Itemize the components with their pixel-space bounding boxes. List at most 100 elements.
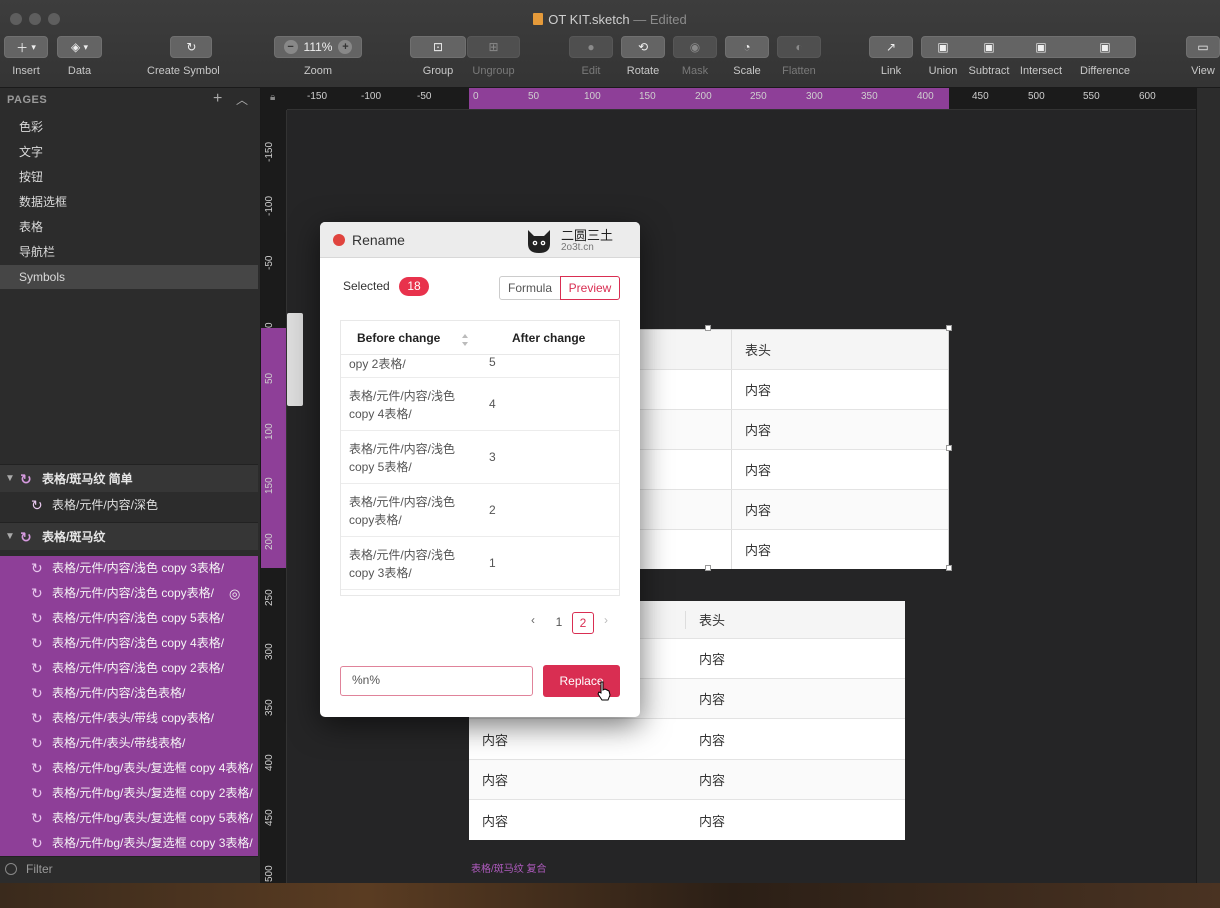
sort-icon[interactable] [461,333,469,347]
layer-group-row[interactable]: ▼ ↻ 表格/斑马纹 简单 [0,464,258,492]
zoom-tool[interactable]: − 111% + Zoom [274,36,362,77]
ruler-tick-label: 400 [917,91,934,102]
difference-tool[interactable]: ▣ Difference [1077,36,1133,77]
data-tool[interactable]: ◈ ▾ Data [57,36,102,77]
inspector-panel [1196,88,1220,908]
flatten-tool[interactable]: ◐ Flatten [777,36,821,77]
tab-preview[interactable]: Preview [560,276,620,300]
before-name: 表格/元件/内容/浅色 copy 3表格/ [349,548,456,580]
layer-row-selected[interactable]: ↻ 表格/元件/内容/浅色 copy 2表格/ [0,656,258,681]
flatten-button[interactable]: ◐ [777,36,821,58]
rotate-tool[interactable]: ⟲ Rotate [621,36,665,77]
union-tool[interactable]: ▣ Union [921,36,1136,77]
insert-button[interactable]: ＋ ▾ [4,36,48,58]
view-tool[interactable]: ▭ View [1186,36,1220,77]
layer-row-selected[interactable]: ↻ 表格/元件/内容/浅色 copy 5表格/ [0,606,258,631]
after-name: 2 [489,503,496,517]
page-item[interactable]: 文字 [0,140,258,164]
page-item[interactable]: 导航栏 [0,240,258,264]
resize-handle[interactable] [946,325,952,331]
horizontal-ruler[interactable]: -150 -100 -50 0 50 100 150 200 250 300 3… [287,88,1196,110]
resize-handle[interactable] [946,445,952,451]
tab-formula[interactable]: Formula [499,276,561,300]
layer-row-selected[interactable]: ↻ 表格/元件/bg/表头/复选框 copy 3表格/ [0,831,258,856]
zoom-out-icon[interactable]: − [283,40,298,54]
ruler-corner-lock-icon[interactable]: 🔒︎ [261,88,287,110]
preview-list[interactable]: Before change After change opy 2表格/ 5 表格… [340,320,620,596]
layer-group-row[interactable]: ▼ ↻ 表格/斑马纹 [0,522,258,550]
intersect-tool[interactable]: ▣ Intersect [1019,36,1063,77]
ruler-tick-label: 450 [264,809,275,826]
mask-tool[interactable]: ◉ Mask [673,36,717,77]
page-1-button[interactable]: 1 [548,612,570,634]
ruler-tick-label: 300 [806,91,823,102]
table-cell: 内容 [482,732,509,748]
add-page-icon[interactable]: + [213,90,222,108]
mask-button[interactable]: ◉ [673,36,717,58]
resize-handle[interactable] [705,565,711,571]
layer-row-selected[interactable]: ↻ 表格/元件/bg/表头/复选框 copy 2表格/ [0,781,258,806]
view-button[interactable]: ▭ [1186,36,1220,58]
offscreen-artboard[interactable] [287,313,303,406]
collapse-pages-icon[interactable]: ︿ [236,91,248,108]
scale-tool[interactable]: ◔ Scale [725,36,769,77]
page-item[interactable]: 按钮 [0,165,258,189]
ruler-tick-label: 150 [639,91,656,102]
zebra-table-selected[interactable]: 表头 内容 内容 内容 内容 内容 [639,329,949,569]
layer-row-selected[interactable]: ↻ 表格/元件/bg/表头/复选框 copy 4表格/ [0,756,258,781]
rotate-button[interactable]: ⟲ [621,36,665,58]
rename-pattern-input[interactable]: %n% [340,666,533,696]
hidden-eye-icon[interactable]: ◎ [229,581,240,606]
vertical-ruler[interactable]: -150 -100 -50 0 50 100 150 200 250 300 3… [261,110,287,908]
artboard-label[interactable]: 表格/斑马纹 复合 [471,860,547,875]
create-symbol-button[interactable]: ↻ [170,36,213,58]
scale-button[interactable]: ◔ [725,36,769,58]
layer-row-selected[interactable]: ↻ 表格/元件/内容/浅色 copy 4表格/ [0,631,258,656]
zoom-in-icon[interactable]: + [338,40,353,54]
ruler-tick-label: 350 [861,91,878,102]
group-button[interactable]: ⊡ [410,36,466,58]
layer-row-selected[interactable]: ↻ 表格/元件/bg/表头/复选框 copy 5表格/ [0,806,258,831]
prev-page-icon[interactable]: ‹ [531,613,535,627]
layer-row-selected[interactable]: ↻ 表格/元件/内容/浅色表格/ [0,681,258,706]
page-item-active[interactable]: Symbols [0,265,258,289]
subtract-tool[interactable]: ▣ Subtract [967,36,1011,77]
layer-row-selected[interactable]: ↻ 表格/元件/表头/带线表格/ [0,731,258,756]
preview-list-header: Before change After change [341,321,619,355]
table-header-cell: 表头 [745,343,772,358]
dialog-title: Rename [352,232,405,248]
group-tool[interactable]: ⊡ Group [410,36,466,77]
page-item[interactable]: 表格 [0,215,258,239]
subtract-button[interactable]: ▣ [967,36,1011,58]
link-button[interactable]: ↗ [869,36,913,58]
ungroup-tool[interactable]: ⊞ Ungroup [467,36,520,77]
intersect-button[interactable]: ▣ [1019,36,1063,58]
layer-row-selected[interactable]: ↻ 表格/元件/内容/浅色 copy表格/ ◎ [0,581,258,606]
selected-count-badge: 18 [399,277,429,296]
page-2-button[interactable]: 2 [572,612,594,634]
difference-button[interactable]: ▣ [1077,36,1133,58]
insert-tool[interactable]: ＋ ▾ Insert [4,36,48,77]
union-button[interactable]: ▣ [921,36,965,58]
layer-row-selected[interactable]: ↻ 表格/元件/表头/带线 copy表格/ [0,706,258,731]
layer-filter[interactable]: Filter [0,856,258,880]
page-item[interactable]: 色彩 [0,115,258,139]
resize-handle[interactable] [705,325,711,331]
ungroup-button[interactable]: ⊞ [467,36,520,58]
dialog-close-button[interactable] [333,234,345,246]
layer-row[interactable]: ↻ 表格/元件/内容/深色 [0,493,258,518]
edit-tool[interactable]: ● Edit [569,36,613,77]
page-item[interactable]: 数据选框 [0,190,258,214]
create-symbol-tool[interactable]: ↻ Create Symbol [147,36,220,77]
layer-row-selected[interactable]: ↻ 表格/元件/内容/浅色 copy 3表格/ [0,556,258,581]
edit-button[interactable]: ● [569,36,613,58]
disclosure-triangle-icon[interactable]: ▼ [5,523,15,551]
before-name: 表格/元件/内容/浅色 copy表格/ [349,495,456,527]
pages-header: PAGES [7,94,48,106]
disclosure-triangle-icon[interactable]: ▼ [5,465,15,493]
next-page-icon[interactable]: › [604,613,608,627]
resize-handle[interactable] [946,565,952,571]
link-tool[interactable]: ↗ Link [869,36,913,77]
data-button[interactable]: ◈ ▾ [57,36,102,58]
zoom-control[interactable]: − 111% + [274,36,362,58]
